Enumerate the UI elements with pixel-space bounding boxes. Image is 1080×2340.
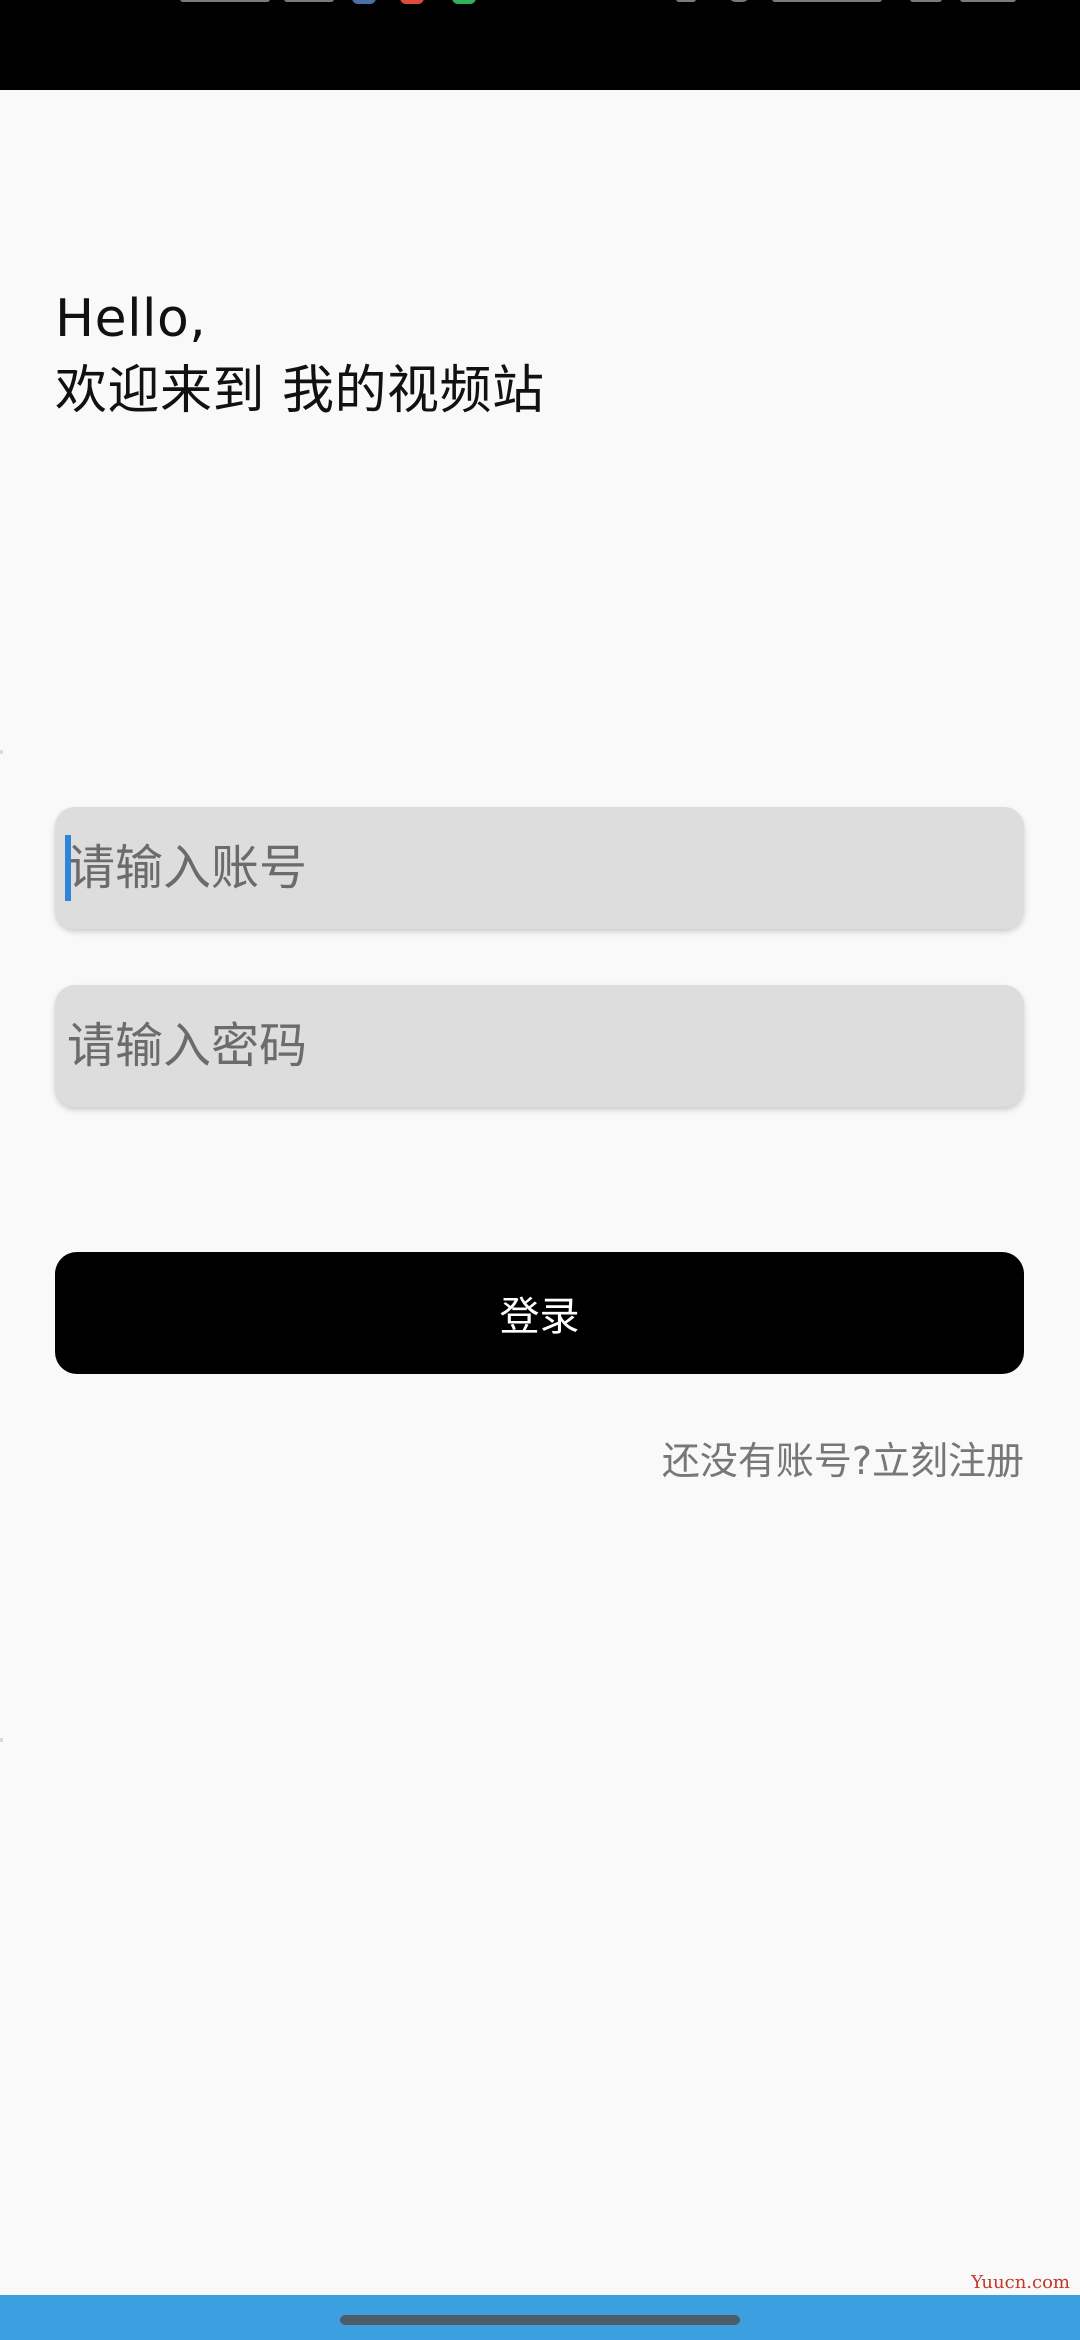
- edge-divider: [0, 750, 3, 754]
- register-link[interactable]: 还没有账号?立刻注册: [662, 1430, 1024, 1485]
- password-field[interactable]: [55, 985, 1024, 1107]
- account-field[interactable]: [55, 807, 1024, 929]
- status-time-indicator: [284, 0, 334, 2]
- notification-app-icon: [400, 0, 424, 4]
- welcome-message: 欢迎来到 我的视频站: [55, 361, 545, 421]
- notification-app-icon: [352, 0, 376, 4]
- wifi-icon: [910, 0, 942, 2]
- edge-divider: [0, 1738, 3, 1742]
- password-input[interactable]: [55, 985, 1024, 1107]
- welcome-hello: Hello,: [55, 289, 207, 349]
- text-cursor: [65, 835, 71, 901]
- watermark-text: Yuucn.com: [971, 2272, 1070, 2293]
- login-button[interactable]: 登录: [55, 1252, 1024, 1374]
- notification-app-icon: [452, 0, 476, 4]
- battery-icon: [960, 0, 1016, 2]
- bluetooth-icon: [676, 0, 696, 2]
- navigation-bar: [0, 2295, 1080, 2340]
- status-bar: [0, 0, 1080, 90]
- account-input[interactable]: [55, 807, 1024, 929]
- home-gesture-handle[interactable]: [340, 2315, 740, 2325]
- welcome-heading: Hello, 欢迎来到 我的视频站: [55, 283, 545, 427]
- alarm-icon: [728, 0, 750, 2]
- login-screen: Hello, 欢迎来到 我的视频站 登录 还没有账号?立刻注册: [0, 90, 1080, 2295]
- status-time-indicator: [180, 0, 270, 2]
- signal-icon: [772, 0, 882, 2]
